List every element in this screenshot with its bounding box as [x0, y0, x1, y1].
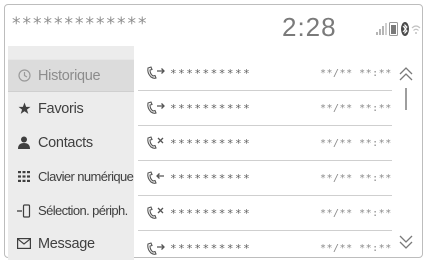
scrollbar-thumb[interactable] [405, 88, 407, 110]
star-icon [12, 102, 36, 115]
call-datetime: **/** **:** [320, 137, 392, 149]
wifi-icon [411, 25, 421, 34]
sidebar-item-label: Contacts [38, 134, 93, 151]
outgoing-call-icon [142, 66, 170, 80]
chevron-double-down-icon [399, 235, 413, 249]
clock-icon [12, 69, 36, 82]
envelope-icon [12, 238, 36, 249]
sidebar-item-message[interactable]: Message [8, 227, 134, 260]
call-history-row[interactable]: ********** **/** **:** [138, 56, 392, 91]
call-history-row[interactable]: ********** **/** **:** [138, 126, 392, 161]
chevron-double-up-icon [399, 67, 413, 81]
call-datetime: **/** **:** [320, 172, 392, 184]
sidebar: Historique Favoris Contacts Clavier numé… [8, 46, 134, 260]
sidebar-item-clavier-numerique[interactable]: Clavier numérique [8, 160, 134, 193]
call-datetime: **/** **:** [320, 102, 392, 114]
call-number: ********** [170, 66, 252, 80]
call-datetime: **/** **:** [320, 207, 392, 219]
person-icon [12, 136, 36, 149]
scroll-up-button[interactable] [395, 66, 417, 84]
signal-bars-icon [376, 23, 387, 35]
incoming-call-icon [142, 171, 170, 185]
call-number: ********** [170, 206, 252, 220]
clock: 2:28 [282, 12, 337, 42]
sidebar-item-label: Message [38, 235, 95, 252]
sidebar-item-label: Clavier numérique [38, 169, 134, 184]
call-history-row[interactable]: ********** **/** **:** [138, 91, 392, 126]
call-history-row[interactable]: ********** **/** **:** [138, 161, 392, 196]
device-select-icon [12, 203, 36, 218]
phone-battery-icon [389, 22, 398, 36]
outgoing-call-icon [142, 101, 170, 115]
call-history-row[interactable]: ********** **/** **:** [138, 196, 392, 231]
missed-call-icon [142, 206, 170, 220]
status-bar: ************* 2:28 [8, 10, 421, 44]
bluetooth-icon [401, 22, 409, 36]
phone-screen: ************* 2:28 Historique Favoris Co… [0, 0, 427, 262]
sidebar-item-selection-peripherique[interactable]: Sélection. périph. [8, 194, 134, 227]
outgoing-call-icon [142, 241, 170, 256]
call-datetime: **/** **:** [320, 243, 392, 254]
call-number: ********** [170, 136, 252, 150]
status-icons [376, 22, 421, 38]
scroll-down-button[interactable] [395, 232, 417, 250]
sidebar-item-label: Historique [38, 67, 101, 84]
call-history-row[interactable]: ********** **/** **:** [138, 231, 392, 262]
sidebar-item-contacts[interactable]: Contacts [8, 126, 134, 159]
call-number: ********** [170, 171, 252, 185]
sidebar-item-label: Sélection. périph. [38, 203, 128, 218]
call-number: ********** [170, 242, 252, 255]
device-name: ************* [12, 14, 149, 34]
call-number: ********** [170, 101, 252, 115]
sidebar-item-favoris[interactable]: Favoris [8, 92, 134, 125]
call-datetime: **/** **:** [320, 67, 392, 79]
sidebar-item-label: Favoris [38, 100, 84, 117]
sidebar-item-historique[interactable]: Historique [8, 59, 134, 92]
keypad-icon [12, 171, 36, 182]
call-history-list: ********** **/** **:** ********** **/** … [138, 56, 392, 256]
missed-call-icon [142, 136, 170, 150]
